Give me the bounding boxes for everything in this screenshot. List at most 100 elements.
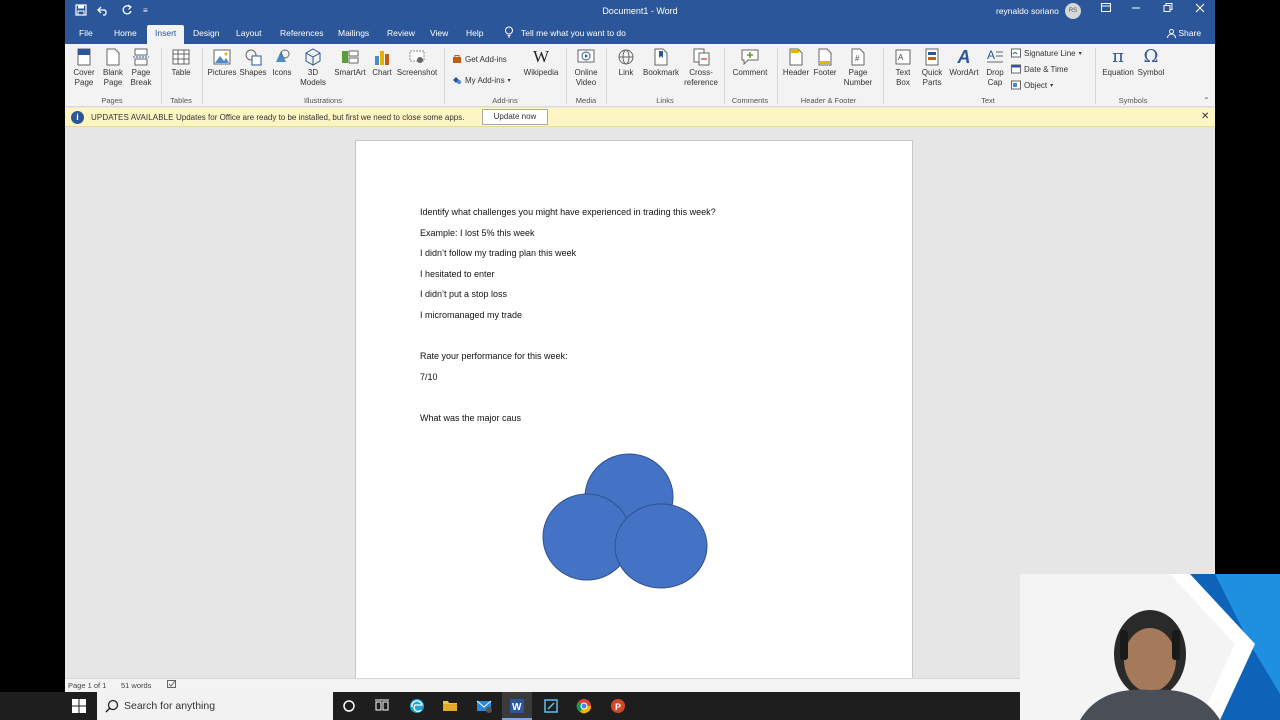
- page-number-button[interactable]: # Page Number: [840, 48, 876, 88]
- mail-icon[interactable]: [476, 698, 492, 714]
- word-taskbar-button[interactable]: W: [502, 692, 532, 720]
- bookmark-button[interactable]: Bookmark: [641, 48, 681, 78]
- store-icon: [453, 55, 461, 63]
- signature-line-button[interactable]: Signature Line ▾: [1011, 48, 1082, 58]
- page-count[interactable]: Page 1 of 1: [68, 681, 106, 690]
- task-view-icon[interactable]: [374, 698, 390, 714]
- doc-line[interactable]: Rate your performance for this week:: [420, 351, 568, 361]
- link-label: Link: [618, 68, 634, 77]
- circle-shape-right[interactable]: [614, 503, 708, 589]
- chrome-icon[interactable]: [576, 698, 592, 714]
- ribbon-display-options-icon[interactable]: [1098, 3, 1114, 15]
- doc-line[interactable]: I micromanaged my trade: [420, 310, 522, 320]
- tab-view[interactable]: View: [430, 28, 448, 38]
- drop-cap-button[interactable]: A Drop Cap: [982, 48, 1008, 88]
- pictures-label: Pictures: [207, 68, 237, 77]
- object-button[interactable]: Object ▾: [1011, 80, 1053, 90]
- table-button[interactable]: Table: [166, 48, 196, 78]
- group-text-label: Text: [981, 96, 995, 105]
- comment-button[interactable]: Comment: [729, 48, 771, 78]
- signature-icon: [1011, 48, 1021, 58]
- doc-line[interactable]: Identify what challenges you might have …: [420, 207, 716, 217]
- equation-button[interactable]: π Equation: [1100, 48, 1136, 78]
- pictures-button[interactable]: Pictures: [206, 48, 238, 78]
- page-break-button[interactable]: Page Break: [128, 48, 154, 88]
- footer-button[interactable]: Footer: [811, 48, 839, 78]
- cover-page-button[interactable]: Cover Page: [70, 48, 98, 88]
- svg-text:#: #: [855, 54, 860, 63]
- collapse-ribbon-icon[interactable]: ⌃: [1203, 96, 1210, 105]
- document-page[interactable]: Identify what challenges you might have …: [355, 140, 913, 685]
- my-addins-button[interactable]: My Add-ins ▾: [452, 75, 511, 85]
- equation-label: Equation: [1102, 68, 1134, 77]
- online-video-button[interactable]: Online Video: [570, 48, 602, 88]
- doc-line[interactable]: Example: I lost 5% this week: [420, 228, 535, 238]
- link-icon: [618, 49, 634, 65]
- icons-label: Icons: [272, 68, 292, 77]
- proofing-icon[interactable]: [167, 680, 177, 689]
- chart-button[interactable]: Chart: [370, 48, 394, 78]
- doc-line[interactable]: 7/10: [420, 372, 438, 382]
- video-icon: [577, 49, 595, 63]
- tell-me-search[interactable]: Tell me what you want to do: [521, 28, 626, 38]
- date-time-button[interactable]: Date & Time: [1011, 64, 1068, 74]
- screenshot-button[interactable]: Screenshot: [396, 48, 438, 78]
- link-button[interactable]: Link: [612, 48, 640, 78]
- icons-button[interactable]: Icons: [269, 48, 295, 78]
- minimize-icon[interactable]: [1128, 3, 1144, 15]
- restore-icon[interactable]: [1160, 3, 1176, 15]
- date-time-label: Date & Time: [1024, 64, 1069, 74]
- word-count[interactable]: 51 words: [121, 681, 151, 690]
- tab-home[interactable]: Home: [114, 28, 137, 38]
- taskbar-search[interactable]: Search for anything: [97, 692, 333, 720]
- close-icon[interactable]: ✕: [1201, 111, 1209, 122]
- tab-design[interactable]: Design: [193, 28, 219, 38]
- snip-tool-icon[interactable]: [543, 698, 559, 714]
- cross-reference-button[interactable]: Cross- reference: [682, 48, 720, 88]
- wordart-button[interactable]: A WordArt: [946, 48, 982, 78]
- file-explorer-icon[interactable]: [442, 698, 458, 714]
- quick-parts-button[interactable]: Quick Parts: [918, 48, 946, 88]
- text-box-button[interactable]: A Text Box: [888, 48, 918, 88]
- chevron-down-icon: ▾: [507, 77, 511, 84]
- wikipedia-button[interactable]: W Wikipedia: [521, 48, 561, 78]
- get-addins-button[interactable]: Get Add-ins: [452, 54, 507, 64]
- ribbon-separator: [1095, 48, 1096, 104]
- chevron-down-icon: ▾: [1050, 82, 1054, 89]
- share-button[interactable]: Share: [1167, 28, 1201, 39]
- tab-layout[interactable]: Layout: [236, 28, 262, 38]
- powerpoint-icon[interactable]: P: [610, 698, 626, 714]
- edge-icon[interactable]: [409, 698, 425, 714]
- smartart-button[interactable]: SmartArt: [331, 48, 369, 78]
- windows-start-icon[interactable]: [72, 699, 86, 713]
- ribbon-separator: [777, 48, 778, 104]
- shapes-button[interactable]: Shapes: [238, 48, 268, 78]
- doc-line[interactable]: I didn’t put a stop loss: [420, 289, 507, 299]
- online-video-label: Online Video: [574, 68, 598, 87]
- tab-file[interactable]: File: [79, 28, 93, 38]
- tab-mailings[interactable]: Mailings: [338, 28, 369, 38]
- blank-page-button[interactable]: Blank Page: [100, 48, 126, 88]
- doc-line[interactable]: I didn’t follow my trading plan this wee…: [420, 248, 576, 258]
- tab-insert[interactable]: Insert: [147, 25, 185, 44]
- ribbon-separator: [444, 48, 445, 104]
- 3d-models-button[interactable]: 3D Models: [297, 48, 329, 88]
- doc-line[interactable]: I hesitated to enter: [420, 269, 495, 279]
- tab-help[interactable]: Help: [466, 28, 483, 38]
- update-now-button[interactable]: Update now: [482, 109, 548, 125]
- venn-shapes[interactable]: [542, 453, 712, 593]
- tab-review[interactable]: Review: [387, 28, 415, 38]
- info-message: Updates for Office are ready to be insta…: [176, 113, 465, 122]
- cortana-icon[interactable]: [341, 698, 357, 714]
- header-button[interactable]: Header: [781, 48, 811, 78]
- avatar[interactable]: RS: [1065, 3, 1081, 19]
- close-icon[interactable]: [1192, 3, 1208, 16]
- doc-line[interactable]: What was the major caus: [420, 413, 521, 423]
- tab-references[interactable]: References: [280, 28, 323, 38]
- group-comments-label: Comments: [731, 96, 769, 105]
- svg-text:P: P: [615, 702, 621, 712]
- screenshot-label: Screenshot: [396, 68, 438, 77]
- smartart-icon: [342, 50, 359, 64]
- user-name[interactable]: reynaldo soriano: [996, 6, 1059, 16]
- symbol-button[interactable]: Ω Symbol: [1136, 48, 1166, 78]
